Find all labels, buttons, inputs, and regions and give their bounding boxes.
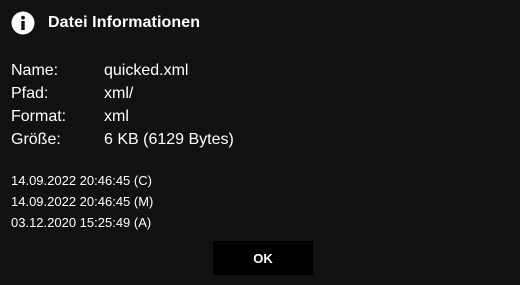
property-label-size: Größe: (11, 131, 61, 148)
property-row-path: Pfad: xml/ (11, 82, 234, 105)
file-properties: Name: quicked.xml Pfad: xml/ Format: xml… (11, 59, 234, 151)
file-timestamps: 14.09.2022 20:46:45 (C) 14.09.2022 20:46… (11, 170, 153, 233)
property-value-size: 6 KB (6129 Bytes) (104, 131, 234, 148)
accessed-timestamp: 03.12.2020 15:25:49 (A) (11, 215, 152, 230)
property-row-format: Format: xml (11, 105, 234, 128)
ok-button[interactable]: OK (213, 241, 313, 275)
info-icon (11, 11, 35, 35)
dialog-titlebar: Datei Informationen (11, 10, 200, 36)
property-label-format: Format: (11, 108, 67, 125)
property-value-format: xml (104, 108, 129, 125)
property-row-size: Größe: 6 KB (6129 Bytes) (11, 128, 234, 151)
property-label-name: Name: (11, 62, 59, 79)
property-value-name: quicked.xml (104, 62, 189, 79)
property-label-path: Pfad: (11, 85, 49, 102)
modified-timestamp: 14.09.2022 20:46:45 (M) (11, 194, 154, 209)
property-row-name: Name: quicked.xml (11, 59, 234, 82)
dialog-title: Datei Informationen (48, 14, 201, 31)
created-timestamp: 14.09.2022 20:46:45 (C) (11, 173, 152, 188)
file-info-dialog: Datei Informationen Name: quicked.xml Pf… (0, 0, 520, 285)
property-value-path: xml/ (104, 85, 134, 102)
